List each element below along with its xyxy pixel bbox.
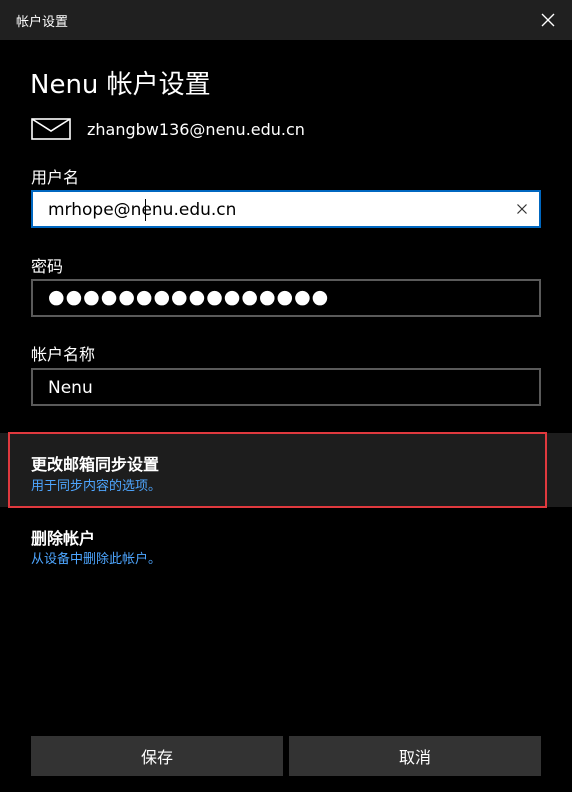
- close-icon: [541, 13, 555, 27]
- username-field[interactable]: mrhope@nenu.edu.cn: [31, 190, 541, 228]
- save-button[interactable]: 保存: [31, 736, 283, 776]
- account-email: zhangbw136@nenu.edu.cn: [87, 120, 305, 139]
- title-bar: 帐户设置: [0, 0, 572, 40]
- username-label: 用户名: [31, 168, 80, 187]
- username-value: mrhope@nenu.edu.cn: [48, 200, 237, 220]
- change-sync-settings-option[interactable]: 更改邮箱同步设置 用于同步内容的选项。: [0, 433, 572, 507]
- close-button[interactable]: [524, 0, 572, 40]
- mail-icon: [31, 118, 71, 140]
- clear-x-icon: [517, 204, 527, 214]
- window-title: 帐户设置: [16, 15, 69, 30]
- sync-option-title: 更改邮箱同步设置: [31, 455, 160, 474]
- password-masked-value: ●●●●●●●●●●●●●●●●: [48, 286, 330, 308]
- account-name-label: 帐户名称: [31, 345, 96, 364]
- account-name-value: Nenu: [48, 378, 93, 398]
- password-label: 密码: [31, 257, 64, 276]
- account-name-field[interactable]: Nenu: [31, 368, 541, 406]
- text-caret: [145, 199, 146, 221]
- password-field[interactable]: ●●●●●●●●●●●●●●●●: [31, 279, 541, 317]
- page-title: Nenu 帐户设置: [30, 70, 211, 100]
- delete-account-option[interactable]: 删除帐户 从设备中删除此帐户。: [0, 513, 572, 573]
- account-settings-window: 帐户设置 Nenu 帐户设置 zhangbw136@nenu.edu.cn 用户…: [0, 0, 572, 792]
- delete-option-title: 删除帐户: [31, 529, 96, 548]
- delete-option-subtitle: 从设备中删除此帐户。: [31, 552, 162, 567]
- clear-username-button[interactable]: [513, 200, 531, 218]
- cancel-button[interactable]: 取消: [289, 736, 541, 776]
- sync-option-subtitle: 用于同步内容的选项。: [31, 479, 162, 494]
